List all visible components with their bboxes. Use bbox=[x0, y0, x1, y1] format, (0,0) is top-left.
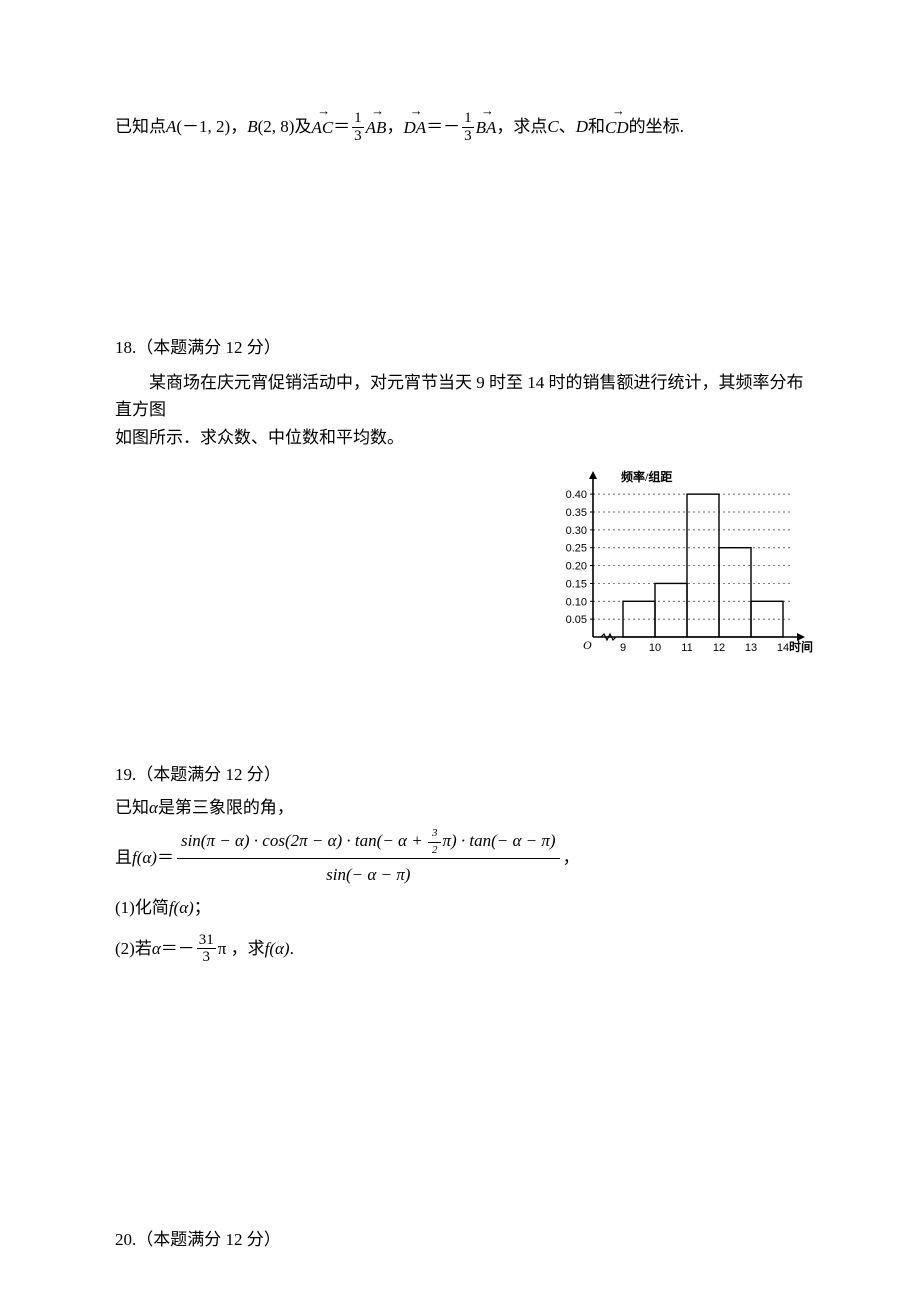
svg-text:0.20: 0.20 bbox=[566, 560, 587, 572]
svg-text:14: 14 bbox=[777, 642, 789, 654]
suffix-text: 的坐标. bbox=[629, 113, 684, 140]
q19-header: 19.（本题满分 12 分） bbox=[115, 761, 815, 788]
eq: ＝ bbox=[333, 113, 350, 140]
q18-line1: 某商场在庆元宵促销活动中，对元宵节当天 9 时至 14 时的销售额进行统计，其频… bbox=[115, 369, 815, 423]
q18-header: 18.（本题满分 12 分） bbox=[115, 334, 815, 361]
q17-text: 已知点 bbox=[115, 113, 166, 140]
fraction-1-3: 13 bbox=[352, 110, 364, 144]
vector-ac: →AC bbox=[311, 112, 333, 141]
q18-line2: 如图所示．求众数、中位数和平均数。 bbox=[115, 424, 815, 451]
svg-text:9: 9 bbox=[620, 642, 626, 654]
part2-eq: ＝－ bbox=[161, 935, 195, 962]
part2-ask: 求 bbox=[248, 935, 265, 962]
fraction-neg-1-3: 13 bbox=[462, 110, 474, 144]
point-b-coords: (2, 8) bbox=[258, 113, 295, 140]
alpha2: α bbox=[152, 935, 161, 962]
svg-text:0.10: 0.10 bbox=[566, 596, 587, 608]
part1-label: (1)化简 bbox=[115, 894, 169, 921]
q19-t1: 已知 bbox=[115, 794, 149, 821]
pi-text: π ， bbox=[218, 935, 248, 962]
eq: ＝ bbox=[157, 844, 174, 871]
alpha: α bbox=[149, 794, 158, 821]
svg-text:0.30: 0.30 bbox=[566, 525, 587, 537]
question-19: 19.（本题满分 12 分） 已知 α 是第三象限的角， 且 f(α) ＝ si… bbox=[115, 761, 815, 966]
svg-text:12: 12 bbox=[713, 642, 725, 654]
point-a-name: A bbox=[166, 113, 176, 140]
denominator: sin(− α − π) bbox=[322, 859, 414, 888]
q20-header: 20.（本题满分 12 分） bbox=[115, 1226, 815, 1253]
q19-prefix: 且 bbox=[115, 844, 132, 871]
q19-t2: 是第三象限的角， bbox=[158, 794, 294, 821]
svg-text:时间: 时间 bbox=[789, 639, 813, 654]
and-text: 及 bbox=[294, 113, 311, 140]
dun: 、 bbox=[559, 113, 576, 140]
vector-cd: →CD bbox=[605, 112, 629, 141]
svg-text:0.15: 0.15 bbox=[566, 578, 587, 590]
frac-31-3: 313 bbox=[197, 932, 216, 966]
svg-text:0.05: 0.05 bbox=[566, 614, 587, 626]
ask-text: 求点 bbox=[513, 113, 547, 140]
part1-end: ； bbox=[194, 894, 211, 921]
svg-text:13: 13 bbox=[745, 642, 757, 654]
vector-ba: →BA bbox=[476, 112, 497, 141]
and2-text: 和 bbox=[588, 113, 605, 140]
question-17: 已知点 A (－1, 2) ， B (2, 8) 及 →AC ＝ 13 →AB … bbox=[115, 110, 815, 144]
sep: ， bbox=[386, 113, 403, 140]
f-alpha: f(α) bbox=[132, 844, 157, 871]
part2-a: (2)若 bbox=[115, 935, 152, 962]
eq: ＝－ bbox=[426, 113, 460, 140]
sep: ， bbox=[230, 113, 247, 140]
vector-ab: →AB bbox=[366, 112, 387, 141]
numerator: sin(π − α) · cos(2π − α) · tan(− α + 32π… bbox=[177, 827, 560, 859]
svg-text:频率/组距: 频率/组距 bbox=[621, 469, 672, 484]
vector-da: →DA bbox=[403, 112, 426, 141]
big-fraction: sin(π − α) · cos(2π − α) · tan(− α + 32π… bbox=[177, 827, 560, 888]
svg-text:0.35: 0.35 bbox=[566, 507, 587, 519]
part2-end: . bbox=[290, 935, 294, 962]
svg-text:0.25: 0.25 bbox=[566, 542, 587, 554]
svg-text:10: 10 bbox=[649, 642, 661, 654]
point-a-coords: (－1, 2) bbox=[176, 113, 230, 140]
svg-text:0.40: 0.40 bbox=[566, 489, 587, 501]
point-c: C bbox=[547, 113, 558, 140]
sep: ， bbox=[496, 113, 513, 140]
f-alpha-1: f(α) bbox=[169, 894, 194, 921]
question-20: 20.（本题满分 12 分） bbox=[115, 1226, 815, 1253]
comma: ， bbox=[563, 844, 580, 871]
svg-text:O: O bbox=[583, 638, 592, 652]
point-d: D bbox=[576, 113, 588, 140]
point-b-name: B bbox=[247, 113, 257, 140]
question-18: 18.（本题满分 12 分） 某商场在庆元宵促销活动中，对元宵节当天 9 时至 … bbox=[115, 334, 815, 661]
svg-text:11: 11 bbox=[681, 642, 692, 654]
f-alpha-2: f(α) bbox=[265, 935, 290, 962]
histogram-chart: 0.05 0.10 0.15 0.20 0.25 0.30 0.35 0.40 频率/组距时间 O… bbox=[535, 461, 815, 661]
